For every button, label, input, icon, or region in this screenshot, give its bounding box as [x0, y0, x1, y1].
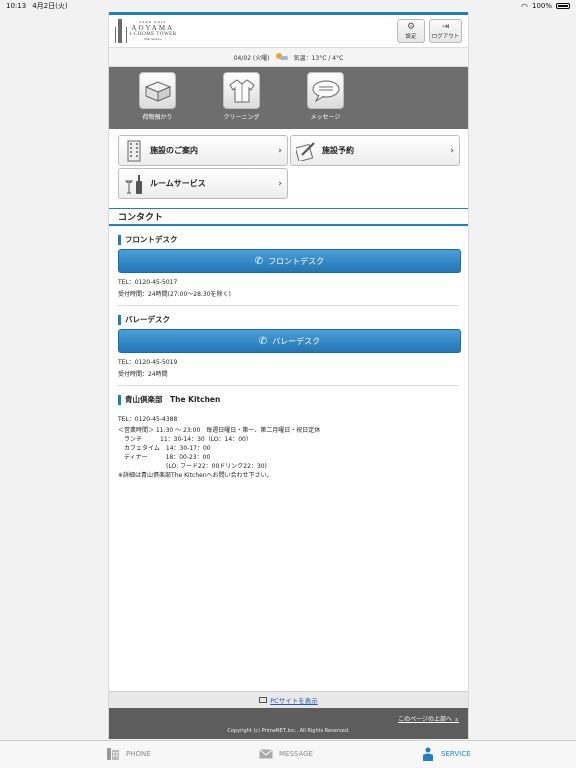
phone-icon: ✆	[254, 255, 264, 267]
front-desk-heading: フロントデスク	[118, 234, 459, 245]
logout-icon: ⇥	[441, 21, 450, 32]
kitchen-lo: (LO: フード22：00ドリンク22：30)	[118, 462, 267, 470]
tile-luggage[interactable]: 荷物預かり	[139, 72, 176, 129]
logo-line2: AOYAMA	[131, 23, 175, 32]
tab-label: PHONE	[126, 750, 151, 758]
divider	[118, 305, 459, 306]
kitchen-dinner: ディナー 18：00-23：00	[118, 453, 211, 461]
contact-section-title: コンタクト	[109, 208, 468, 226]
menu-label: ルームサービス	[150, 179, 206, 188]
kitchen-lunch: ランチ 11：30-14：30（LO：14：00）	[118, 435, 252, 443]
desk-phone-icon	[106, 747, 120, 761]
battery-percent: 100%	[531, 2, 552, 10]
tab-label: MESSAGE	[279, 750, 313, 758]
speech-bubble-icon	[307, 72, 344, 109]
tile-label: メッセージ	[310, 114, 341, 121]
facility-reservation-button[interactable]: 施設予約 ›	[290, 135, 460, 166]
shirt-icon	[223, 72, 260, 109]
chevron-right-icon: ›	[278, 178, 282, 189]
kitchen-tel: TEL：0120-45-4388	[118, 416, 178, 423]
valet-desk-call-label: バレーデスク	[272, 336, 321, 346]
weather-temperature: 気温：13°C / 4°C	[293, 54, 344, 62]
status-time: 10:13	[6, 2, 27, 10]
settings-label: 設定	[405, 33, 417, 40]
battery-icon	[556, 3, 570, 9]
front-desk-call-label: フロントデスク	[268, 256, 325, 266]
tab-service[interactable]: SERVICE	[421, 747, 471, 761]
kitchen-cafe: カフェタイム 14：30-17：00	[118, 444, 211, 452]
logout-label: ログアウト	[431, 33, 460, 40]
pc-site-bar: PCサイトを表示	[109, 691, 468, 708]
status-right: ◠ 100%	[521, 2, 570, 11]
header: PARK AXIS AOYAMA 1-CHOME TOWER Web Servi…	[109, 15, 468, 48]
pen-form-icon	[296, 140, 316, 162]
monitor-icon	[259, 697, 268, 703]
valet-desk-heading: バレーデスク	[118, 314, 459, 325]
service-tiles: 荷物預かり クリーニング メッセージ	[109, 67, 468, 129]
pc-site-link[interactable]: PCサイトを表示	[270, 695, 317, 705]
phone-icon: ✆	[258, 335, 268, 347]
tile-label: 荷物預かり	[142, 114, 173, 121]
kitchen-note: ※詳細は青山倶楽部The Kitchenへお問い合わせ下さい。	[118, 471, 273, 479]
status-date: 4月2日(火)	[32, 2, 68, 10]
tab-bar: PHONE MESSAGE SERVICE	[0, 740, 576, 768]
front-desk-block: フロントデスク ✆ フロントデスク TEL：0120-45-5017 受付時間：…	[109, 234, 468, 306]
kitchen-block: 青山倶楽部 The Kitchen TEL：0120-45-4388 ＜営業時間…	[109, 394, 468, 480]
copyright: Copyright (c) PrimeNET,Inc., All Rights …	[227, 728, 350, 734]
wine-bottle-icon	[124, 173, 144, 195]
header-buttons: ⚙ 設定 ⇥ ログアウト	[397, 19, 462, 43]
gear-icon: ⚙	[406, 21, 416, 32]
front-desk-call-button[interactable]: ✆ フロントデスク	[118, 249, 461, 273]
facility-guide-button[interactable]: 施設のご案内 ›	[118, 135, 288, 166]
chevron-right-icon: ›	[278, 145, 282, 156]
wifi-icon: ◠	[521, 1, 528, 11]
weather-bar: 04/02 (火曜) 気温：13°C / 4°C	[109, 48, 468, 67]
tile-cleaning[interactable]: クリーニング	[223, 72, 260, 129]
tile-label: クリーニング	[223, 114, 260, 121]
logo-line4: Web Service	[143, 36, 162, 41]
logo-line3: 1-CHOME TOWER	[129, 31, 177, 37]
footer: このページの上部へ ⌅ Copyright (c) PrimeNET,Inc.,…	[109, 708, 468, 739]
logout-button[interactable]: ⇥ ログアウト	[429, 19, 462, 43]
menu-label: 施設のご案内	[150, 146, 198, 155]
divider	[118, 385, 459, 386]
valet-desk-hours: 受付時間：24時間	[118, 370, 168, 378]
valet-desk-call-button[interactable]: ✆ バレーデスク	[118, 329, 461, 353]
building-icon	[124, 140, 144, 162]
room-service-button[interactable]: ルームサービス ›	[118, 168, 288, 199]
app-container: PARK AXIS AOYAMA 1-CHOME TOWER Web Servi…	[108, 12, 469, 739]
tower-icon	[115, 19, 127, 43]
front-desk-hours: 受付時間：24時間(27:00〜28:30を除く)	[118, 290, 231, 298]
tile-message[interactable]: メッセージ	[307, 72, 344, 129]
chevron-right-icon: ›	[450, 145, 454, 156]
kitchen-heading: 青山倶楽部 The Kitchen	[118, 394, 459, 405]
front-desk-tel: TEL：0120-45-5017	[118, 279, 178, 286]
kitchen-hours-line: ＜営業時間＞ 11:30 〜 23:00 毎週日曜日・第一、第二月曜日・祝日定休	[118, 426, 321, 434]
menu-grid: 施設のご案内 › 施設予約 › ルームサービス ›	[109, 129, 468, 199]
tab-phone[interactable]: PHONE	[106, 747, 151, 761]
valet-desk-tel: TEL：0120-45-5019	[118, 359, 178, 366]
weather-date: 04/02 (火曜)	[233, 54, 270, 62]
weather-icon	[275, 53, 288, 61]
tab-message[interactable]: MESSAGE	[259, 747, 313, 761]
logo[interactable]: PARK AXIS AOYAMA 1-CHOME TOWER Web Servi…	[115, 19, 177, 43]
concierge-icon	[421, 747, 435, 761]
tab-label: SERVICE	[441, 750, 471, 758]
settings-button[interactable]: ⚙ 設定	[397, 19, 425, 43]
logo-text: PARK AXIS AOYAMA 1-CHOME TOWER Web Servi…	[129, 20, 177, 41]
envelope-icon	[259, 747, 273, 761]
back-to-top-link[interactable]: このページの上部へ ⌅	[398, 714, 459, 723]
valet-desk-block: バレーデスク ✆ バレーデスク TEL：0120-45-5019 受付時間：24…	[109, 314, 468, 386]
package-icon	[139, 72, 176, 109]
status-bar: 10:13 4月2日(火) ◠ 100%	[0, 0, 576, 12]
menu-label: 施設予約	[322, 146, 354, 155]
